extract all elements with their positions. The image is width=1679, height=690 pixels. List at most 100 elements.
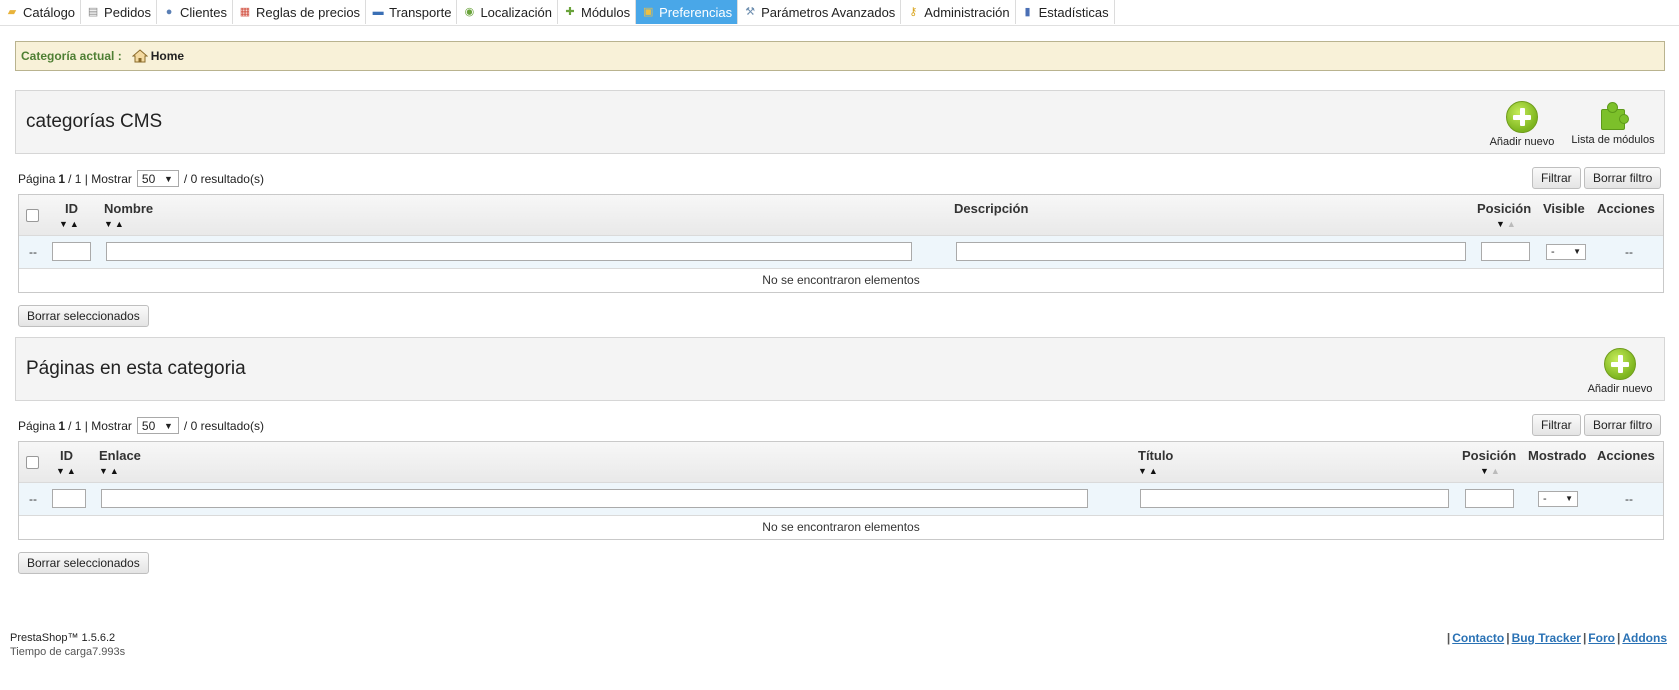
tab-preferences[interactable]: ▣ Preferencias <box>636 0 739 24</box>
title-filter-input[interactable] <box>1140 489 1449 508</box>
tab-label: Parámetros Avanzados <box>761 4 896 20</box>
visible-filter-select[interactable]: - <box>1546 244 1586 260</box>
tab-calendar[interactable]: ▦ Reglas de precios <box>233 0 367 24</box>
empty-message: No se encontraron elementos <box>762 520 920 534</box>
footer-separator: | <box>1446 631 1451 645</box>
column-actions: Acciones <box>1597 201 1655 216</box>
globe-icon: ◉ <box>464 5 475 18</box>
column-position: Posición <box>1477 201 1532 216</box>
per-page-select[interactable]: 50 <box>136 170 179 188</box>
sort-link-arrows[interactable]: ▼▲ <box>99 466 121 476</box>
modules-list-label: Lista de módulos <box>1571 134 1655 146</box>
sort-position-arrows[interactable]: ▼▲ <box>1496 219 1518 229</box>
orders-icon: ▤ <box>87 5 99 18</box>
tab-label: Clientes <box>180 4 227 20</box>
description-filter-input[interactable] <box>956 242 1466 261</box>
tab-user[interactable]: ● Clientes <box>157 0 233 24</box>
home-icon <box>131 49 148 63</box>
tab-label: Catálogo <box>23 4 76 20</box>
tab-truck[interactable]: ▬ Transporte <box>366 0 458 24</box>
column-id: ID <box>60 448 73 463</box>
tab-orders[interactable]: ▤ Pedidos <box>81 0 158 24</box>
column-id: ID <box>65 201 78 216</box>
tab-label: Transporte <box>389 4 452 20</box>
user-icon: ● <box>165 5 173 18</box>
truck-icon: ▬ <box>372 5 384 18</box>
filter-button[interactable]: Filtrar <box>1532 414 1581 436</box>
breadcrumb-home[interactable]: Home <box>131 49 185 63</box>
tab-puzzle[interactable]: ✚ Módulos <box>558 0 637 24</box>
total-pages: 1 <box>74 171 82 186</box>
position-filter-input[interactable] <box>1465 489 1514 508</box>
delete-selected-button[interactable]: Borrar seleccionados <box>18 552 149 574</box>
filter-row: -- - -- <box>19 483 1663 516</box>
sort-name-arrows[interactable]: ▼▲ <box>104 219 126 229</box>
position-filter-input[interactable] <box>1481 242 1530 261</box>
preferences-icon: ▣ <box>642 5 654 18</box>
tab-stats[interactable]: ▮ Estadísticas <box>1016 0 1115 24</box>
tab-label: Reglas de precios <box>256 4 361 20</box>
empty-message: No se encontraron elementos <box>762 273 920 287</box>
sort-id-arrows[interactable]: ▼▲ <box>56 466 78 476</box>
reset-filter-button[interactable]: Borrar filtro <box>1584 167 1662 189</box>
pagination-bar: Página 1 / 1 | Mostrar 50 / 0 resultado(… <box>18 170 264 188</box>
select-all-checkbox[interactable] <box>26 209 39 222</box>
select-all-checkbox[interactable] <box>26 456 39 469</box>
tab-globe[interactable]: ◉ Localización <box>457 0 558 24</box>
footer-link-contacto[interactable]: Contacto <box>1452 631 1504 645</box>
tab-folder[interactable]: ▰ Catálogo <box>0 0 82 24</box>
footer-link-addons[interactable]: Addons <box>1622 631 1667 645</box>
sort-title-arrows[interactable]: ▼▲ <box>1138 466 1160 476</box>
tab-label: Preferencias <box>659 4 733 20</box>
id-filter-input[interactable] <box>52 489 86 508</box>
filter-button[interactable]: Filtrar <box>1532 167 1581 189</box>
page-label: Página <box>18 418 56 433</box>
puzzle-icon <box>1597 101 1629 131</box>
tab-key[interactable]: ⚷ Administración <box>901 0 1016 24</box>
cms-categories-header: categorías CMS Añadir nuevo Lista de mód… <box>15 90 1665 154</box>
sort-id-arrows[interactable]: ▼▲ <box>59 219 81 229</box>
load-time-text: Tiempo de carga7.993s <box>10 646 126 658</box>
name-filter-input[interactable] <box>106 242 912 261</box>
link-filter-input[interactable] <box>101 489 1088 508</box>
footer-separator: | <box>1506 631 1510 645</box>
tab-label: Estadísticas <box>1038 4 1109 20</box>
footer-separator: | <box>1582 631 1587 645</box>
breadcrumb-home-label: Home <box>150 49 185 63</box>
column-description: Descripción <box>954 201 1029 216</box>
footer-link-foro[interactable]: Foro <box>1588 631 1615 645</box>
wrench-icon: ⚒ <box>745 5 756 18</box>
add-category-button[interactable]: Añadir nuevo <box>1487 101 1557 148</box>
table-header: ID ▼▲ Nombre ▼▲ Descripción Posición ▼▲ … <box>19 195 1663 236</box>
reset-filter-button[interactable]: Borrar filtro <box>1584 414 1662 436</box>
filter-row: -- - -- <box>19 236 1663 269</box>
id-filter-input[interactable] <box>52 242 91 261</box>
footer-info: PrestaShop™ 1.5.6.2 Tiempo de carga7.993… <box>10 631 125 659</box>
cms-categories-title: categorías CMS <box>26 111 163 132</box>
results-count: / 0 resultado(s) <box>183 418 264 433</box>
stats-icon: ▮ <box>1024 5 1031 18</box>
pagination-bar: Página 1 / 1 | Mostrar 50 / 0 resultado(… <box>18 417 264 435</box>
column-name: Nombre <box>104 201 154 216</box>
key-icon: ⚷ <box>909 5 918 18</box>
footer-link-bug-tracker[interactable]: Bug Tracker <box>1512 631 1581 645</box>
modules-list-button[interactable]: Lista de módulos <box>1570 101 1656 146</box>
column-visible: Visible <box>1543 201 1585 216</box>
sort-position-arrows[interactable]: ▼▲ <box>1480 466 1502 476</box>
column-actions: Acciones <box>1597 448 1655 463</box>
cms-pages-title: Páginas en esta categoria <box>26 358 246 379</box>
tab-wrench[interactable]: ⚒ Parámetros Avanzados <box>738 0 902 24</box>
footer-separator: | <box>1616 631 1621 645</box>
folder-icon: ▰ <box>7 5 17 18</box>
per-page-select[interactable]: 50 <box>136 417 179 435</box>
breadcrumb-label: Categoría actual : <box>21 49 122 63</box>
add-page-label: Añadir nuevo <box>1587 383 1653 395</box>
add-page-button[interactable]: Añadir nuevo <box>1585 348 1655 395</box>
tab-label: Localización <box>480 4 552 20</box>
shown-filter-select[interactable]: - <box>1538 491 1578 507</box>
delete-selected-button[interactable]: Borrar seleccionados <box>18 305 149 327</box>
filter-dash: -- <box>29 492 37 506</box>
version-text: PrestaShop™ 1.5.6.2 <box>10 632 116 644</box>
cms-pages-header: Páginas en esta categoria Añadir nuevo <box>15 337 1665 401</box>
filter-dash: -- <box>29 245 37 259</box>
